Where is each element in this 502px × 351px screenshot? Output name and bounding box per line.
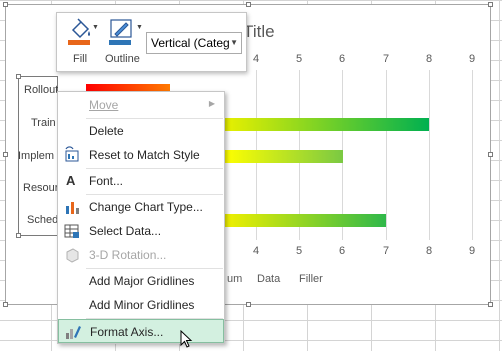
format-axis-icon — [66, 326, 81, 339]
pencil-outline-icon — [109, 19, 132, 45]
menu-item-reset-to-match-style[interactable]: Reset to Match Style — [58, 143, 224, 167]
menu-item-format-axis[interactable]: Format Axis... — [58, 319, 224, 343]
top-tick-label: 8 — [425, 53, 433, 65]
resize-handle-right[interactable] — [488, 152, 493, 157]
bottom-tick-label: 9 — [468, 245, 476, 257]
fill-label: Fill — [73, 53, 88, 65]
chevron-down-icon: ▼ — [136, 24, 143, 31]
menu-item-label: Font... — [89, 174, 124, 188]
chart-element-selector[interactable]: Vertical (Categ ▼ — [146, 32, 242, 54]
top-tick-label: 9 — [468, 53, 476, 65]
resize-handle-bottom-right[interactable] — [488, 302, 493, 307]
select-data-icon — [64, 224, 79, 238]
menu-item-label: Add Major Gridlines — [89, 274, 195, 288]
chevron-right-icon: ▶ — [208, 99, 215, 108]
category-label: Resour — [23, 182, 59, 194]
resize-handle-bottom-left[interactable] — [3, 302, 8, 307]
menu-item-3d-rotation[interactable]: 3-D Rotation... — [58, 243, 224, 267]
menu-item-font[interactable]: A Font... — [58, 169, 224, 193]
resize-handle-top-right[interactable] — [488, 2, 493, 7]
menu-item-label: Reset to Match Style — [89, 148, 200, 162]
outline-label: Outline — [105, 53, 140, 65]
menu-item-add-major-gridlines[interactable]: Add Major Gridlines — [58, 269, 224, 293]
menu-item-label: Format Axis... — [90, 325, 164, 339]
category-label: Implem — [18, 150, 55, 162]
bottom-tick-label: 8 — [425, 245, 433, 257]
menu-item-delete[interactable]: Delete — [58, 119, 224, 143]
mouse-cursor-icon — [180, 330, 193, 348]
paint-bucket-icon — [68, 18, 90, 45]
menu-item-label: Add Minor Gridlines — [89, 298, 195, 312]
category-label: Sched — [27, 214, 59, 226]
resize-handle-left[interactable] — [3, 152, 8, 157]
reset-style-icon — [65, 146, 79, 162]
resize-handle-bottom[interactable] — [246, 302, 251, 307]
chevron-down-icon: ▼ — [230, 38, 238, 47]
menu-item-add-minor-gridlines[interactable]: Add Minor Gridlines — [58, 293, 224, 317]
format-mini-toolbar: ▼ Fill ▼ Outline Vertical (Categ ▼ — [56, 12, 247, 72]
menu-item-label: Delete — [89, 124, 124, 138]
fill-button[interactable]: ▼ Fill — [61, 16, 101, 68]
axis-handle[interactable] — [16, 74, 21, 79]
top-tick-label: 5 — [295, 53, 303, 65]
legend-entry[interactable]: um — [227, 273, 242, 285]
resize-handle-top[interactable] — [246, 2, 251, 7]
context-menu: Move ▶ Delete Reset to Match Style A Fon… — [57, 91, 225, 344]
bottom-tick-label: 5 — [295, 245, 303, 257]
bar-implementation[interactable] — [225, 150, 343, 163]
selector-value: Vertical (Categ — [151, 36, 230, 50]
menu-item-label: Move — [89, 98, 119, 112]
legend-entry[interactable]: Data — [257, 273, 280, 285]
font-icon: A — [66, 173, 76, 188]
resize-handle-top-left[interactable] — [3, 2, 8, 7]
outline-button[interactable]: ▼ Outline — [101, 16, 147, 68]
menu-item-change-chart-type[interactable]: Change Chart Type... — [58, 195, 224, 219]
bar-schedule[interactable] — [225, 214, 386, 227]
chart-type-icon — [66, 202, 79, 214]
menu-item-label: Change Chart Type... — [89, 200, 203, 214]
axis-handle[interactable] — [16, 233, 21, 238]
bottom-tick-label: 6 — [338, 245, 346, 257]
menu-item-select-data[interactable]: Select Data... — [58, 219, 224, 243]
top-tick-label: 7 — [382, 53, 390, 65]
menu-item-label: 3-D Rotation... — [89, 248, 167, 262]
bottom-tick-label: 7 — [382, 245, 390, 257]
top-tick-label: 6 — [338, 53, 346, 65]
bottom-tick-label: 4 — [252, 245, 260, 257]
menu-item-move[interactable]: Move ▶ — [58, 93, 224, 117]
bar-training[interactable] — [225, 118, 429, 131]
3d-rotation-icon — [66, 248, 79, 263]
menu-item-label: Select Data... — [89, 224, 162, 238]
chevron-down-icon: ▼ — [92, 24, 99, 31]
category-label: Rollout — [24, 84, 59, 96]
top-tick-label: 4 — [252, 53, 260, 65]
category-label: Train — [31, 117, 56, 129]
legend-entry[interactable]: Filler — [299, 273, 323, 285]
